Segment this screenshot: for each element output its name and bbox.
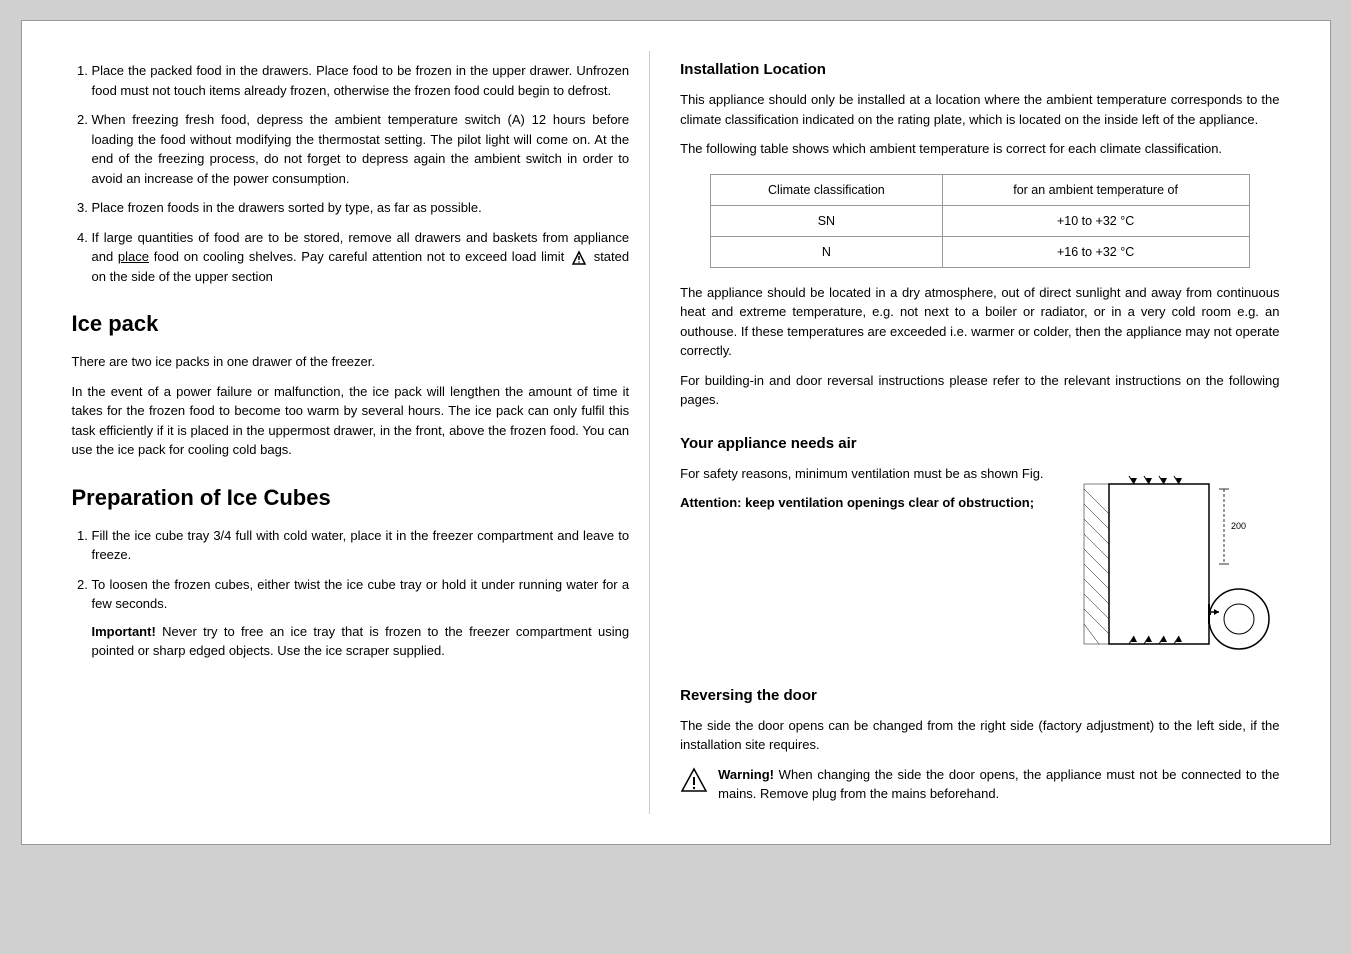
table-header-col1: Climate classification <box>711 174 943 205</box>
list-item-text: If large quantities of food are to be st… <box>92 230 630 284</box>
list-item-text: Place the packed food in the drawers. Pl… <box>92 63 630 98</box>
list-item: Place frozen foods in the drawers sorted… <box>92 198 630 218</box>
reversing-door-section: Reversing the door The side the door ope… <box>680 687 1279 804</box>
warning-label: Warning! <box>718 767 774 782</box>
appliance-needs-air-section: Your appliance needs air For safety reas… <box>680 435 1279 667</box>
ventilation-text: For safety reasons, minimum ventilation … <box>680 464 1064 523</box>
svg-text:200: 200 <box>1231 521 1246 531</box>
list-item-text: To loosen the frozen cubes, either twist… <box>92 577 630 612</box>
list-item-text: Place frozen foods in the drawers sorted… <box>92 200 482 215</box>
important-note: Important! Never try to free an ice tray… <box>92 622 630 661</box>
ice-pack-title: Ice pack <box>72 311 630 337</box>
instructions-list-1: Place the packed food in the drawers. Pl… <box>72 61 630 286</box>
warning-text: Warning! When changing the side the door… <box>718 765 1279 804</box>
installation-para1: This appliance should only be installed … <box>680 90 1279 129</box>
ventilation-attention: Attention: keep ventilation openings cle… <box>680 493 1064 513</box>
list-item: To loosen the frozen cubes, either twist… <box>92 575 630 661</box>
table-cell-temperature: +16 to +32 °C <box>942 236 1249 267</box>
left-column: Place the packed food in the drawers. Pl… <box>42 51 651 814</box>
ice-pack-para1: There are two ice packs in one drawer of… <box>72 352 630 372</box>
list-item: When freezing fresh food, depress the am… <box>92 110 630 188</box>
warning-triangle-icon <box>680 767 708 795</box>
table-header-col2: for an ambient temperature of <box>942 174 1249 205</box>
ice-cubes-title: Preparation of Ice Cubes <box>72 485 630 511</box>
installation-para2: The following table shows which ambient … <box>680 139 1279 159</box>
list-item: Place the packed food in the drawers. Pl… <box>92 61 630 100</box>
reversing-door-para1: The side the door opens can be changed f… <box>680 716 1279 755</box>
load-limit-icon <box>571 250 587 266</box>
appliance-air-title: Your appliance needs air <box>680 435 1279 452</box>
table-cell-classification: N <box>711 236 943 267</box>
important-label: Important! <box>92 624 156 639</box>
installation-location-title: Installation Location <box>680 61 1279 78</box>
page-container: Place the packed food in the drawers. Pl… <box>21 20 1331 845</box>
ventilation-section: For safety reasons, minimum ventilation … <box>680 464 1279 667</box>
ventilation-svg: 200 <box>1079 464 1279 664</box>
list-item-text: When freezing fresh food, depress the am… <box>92 112 630 186</box>
table-row: SN +10 to +32 °C <box>711 205 1249 236</box>
table-cell-temperature: +10 to +32 °C <box>942 205 1249 236</box>
list-item-text: Fill the ice cube tray 3/4 full with col… <box>92 528 630 563</box>
instructions-list-2: Fill the ice cube tray 3/4 full with col… <box>72 526 630 661</box>
right-column: Installation Location This appliance sho… <box>650 51 1309 814</box>
list-item: Fill the ice cube tray 3/4 full with col… <box>92 526 630 565</box>
installation-para4: For building-in and door reversal instru… <box>680 371 1279 410</box>
ventilation-para1: For safety reasons, minimum ventilation … <box>680 464 1064 484</box>
reversing-door-title: Reversing the door <box>680 687 1279 704</box>
table-cell-classification: SN <box>711 205 943 236</box>
ventilation-diagram: 200 <box>1079 464 1279 667</box>
important-text: Never try to free an ice tray that is fr… <box>92 624 630 659</box>
list-item: If large quantities of food are to be st… <box>92 228 630 287</box>
table-row: N +16 to +32 °C <box>711 236 1249 267</box>
installation-para3: The appliance should be located in a dry… <box>680 283 1279 361</box>
warning-detail: When changing the side the door opens, t… <box>718 767 1279 802</box>
climate-table: Climate classification for an ambient te… <box>710 174 1249 268</box>
warning-section: Warning! When changing the side the door… <box>680 765 1279 804</box>
ice-pack-para2: In the event of a power failure or malfu… <box>72 382 630 460</box>
